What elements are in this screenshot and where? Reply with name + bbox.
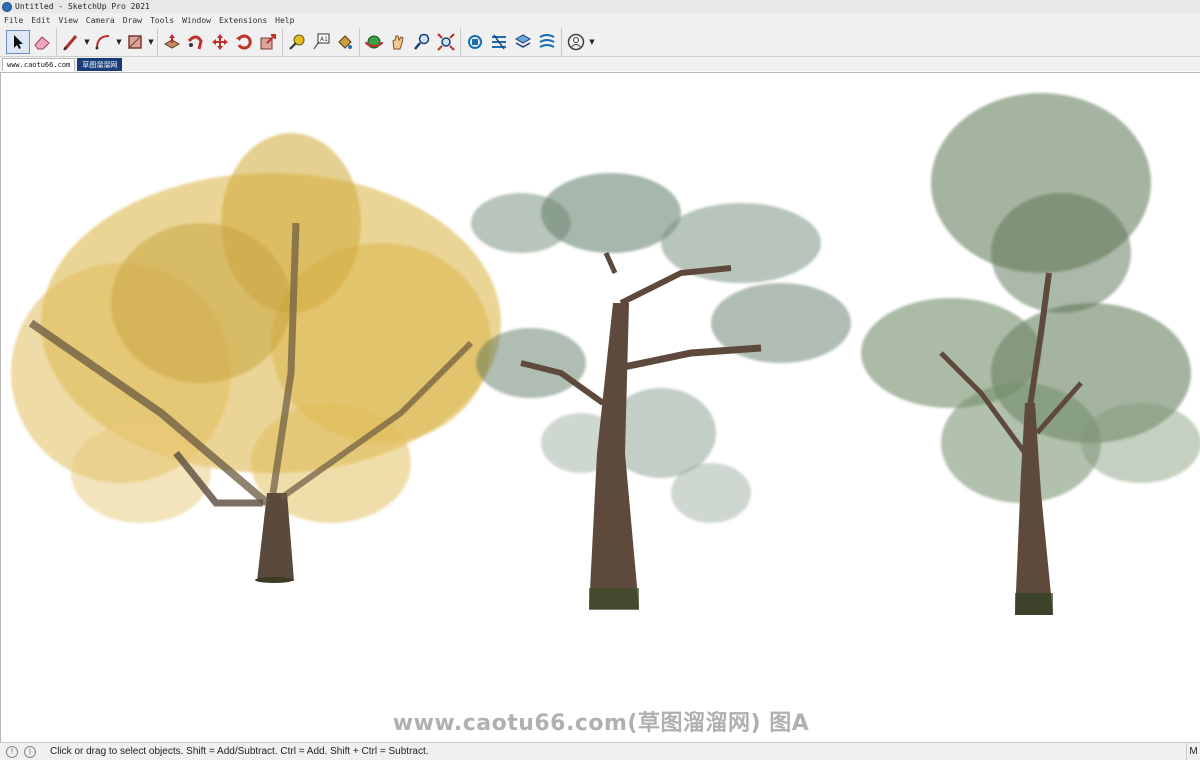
menu-extensions[interactable]: Extensions — [215, 16, 271, 25]
move-tool-button[interactable] — [208, 30, 232, 54]
menu-tools[interactable]: Tools — [146, 16, 178, 25]
title-bar: Untitled - SketchUp Pro 2021 — [0, 0, 1200, 13]
sketchup-app-icon — [2, 1, 12, 12]
watermark-text: www.caotu66.com(草图溜溜网) 图A — [392, 711, 810, 736]
eraser-tool-button[interactable] — [30, 30, 54, 54]
arc-dropdown[interactable]: ▼ — [115, 30, 123, 54]
warehouse-icon — [468, 34, 482, 49]
menu-camera[interactable]: Camera — [82, 16, 119, 25]
geo-location-icon[interactable]: ! — [6, 745, 18, 758]
main-toolbar: ▼ ▼ ▼ A1 ▼ — [0, 27, 1200, 57]
window-title: Untitled - SketchUp Pro 2021 — [15, 2, 150, 11]
zoom-tool-button[interactable] — [410, 30, 434, 54]
move-icon — [212, 33, 228, 50]
toolbar-group-select — [4, 27, 57, 56]
eraser-icon — [34, 35, 50, 49]
select-icon — [14, 34, 23, 49]
ginkgo-tree[interactable] — [11, 133, 501, 583]
text-tool-button[interactable]: A1 — [309, 30, 333, 54]
menu-window[interactable]: Window — [178, 16, 215, 25]
text-icon: A1 — [313, 33, 330, 49]
broadleaf-tree[interactable] — [861, 93, 1200, 615]
zoom-extents-icon — [437, 32, 455, 51]
toolbar-group-camera — [360, 27, 461, 56]
warehouse-tool-button[interactable] — [463, 30, 487, 54]
follow-me-icon — [187, 35, 203, 49]
scene-tabs: www.caotu66.com 草图溜溜网 — [0, 57, 1200, 71]
menu-file[interactable]: File — [0, 16, 27, 25]
tab-caotu66[interactable]: www.caotu66.com — [2, 58, 76, 71]
menu-view[interactable]: View — [55, 16, 82, 25]
scale-icon — [260, 33, 276, 49]
menu-bar: File Edit View Camera Draw Tools Window … — [0, 13, 1200, 27]
tape-measure-tool-button[interactable] — [285, 30, 309, 54]
pan-icon — [392, 35, 404, 49]
rectangle-tool-button[interactable] — [123, 30, 147, 54]
status-message: Click or drag to select objects. Shift =… — [50, 746, 429, 757]
arc-icon — [95, 34, 110, 49]
tape-measure-icon — [289, 34, 305, 50]
line-tool-button[interactable] — [59, 30, 83, 54]
tree-models — [11, 93, 1200, 615]
toolbar-group-edit — [158, 27, 283, 56]
account-icon — [567, 33, 585, 50]
line-icon — [63, 34, 78, 51]
svg-text:A1: A1 — [320, 36, 328, 43]
rectangle-icon — [128, 34, 142, 49]
pine-tree[interactable] — [471, 173, 851, 610]
push-pull-tool-button[interactable] — [160, 30, 184, 54]
zoom-icon — [414, 33, 430, 50]
toolbar-group-warehouse — [461, 27, 562, 56]
extension-warehouse-tool-button[interactable] — [487, 30, 511, 54]
layers-icon — [514, 33, 532, 48]
sandbox-tool-button[interactable] — [535, 30, 559, 54]
paint-bucket-icon — [338, 34, 352, 49]
tab-caotu-liuliu[interactable]: 草图溜溜网 — [77, 58, 123, 71]
info-icon[interactable]: i — [24, 745, 36, 758]
scale-tool-button[interactable] — [256, 30, 280, 54]
rotate-icon — [236, 34, 252, 49]
select-tool-button[interactable] — [6, 29, 30, 54]
orbit-icon — [365, 35, 383, 48]
layers-tool-button[interactable] — [511, 30, 535, 54]
menu-draw[interactable]: Draw — [119, 16, 146, 25]
pan-tool-button[interactable] — [386, 30, 410, 54]
paint-bucket-tool-button[interactable] — [333, 30, 357, 54]
sandbox-icon — [539, 33, 555, 48]
rectangle-dropdown[interactable]: ▼ — [147, 30, 155, 54]
push-pull-icon — [163, 33, 181, 49]
line-dropdown[interactable]: ▼ — [83, 30, 91, 54]
arc-tool-button[interactable] — [91, 30, 115, 54]
account-dropdown[interactable]: ▼ — [588, 30, 596, 54]
extension-warehouse-icon — [492, 34, 506, 49]
measurements-box[interactable]: M — [1186, 743, 1200, 760]
follow-me-tool-button[interactable] — [184, 30, 208, 54]
toolbar-group-account: ▼ — [562, 28, 598, 56]
rotate-tool-button[interactable] — [232, 30, 256, 54]
menu-edit[interactable]: Edit — [27, 16, 54, 25]
orbit-tool-button[interactable] — [362, 30, 386, 54]
account-button[interactable] — [564, 30, 588, 54]
status-bar: ! i Click or drag to select objects. Shi… — [0, 742, 1200, 760]
toolbar-group-construction: A1 — [283, 27, 360, 56]
zoom-extents-tool-button[interactable] — [434, 30, 458, 54]
menu-help[interactable]: Help — [271, 16, 298, 25]
model-viewport[interactable]: www.caotu66.com(草图溜溜网) 图A — [0, 72, 1200, 742]
toolbar-group-draw: ▼ ▼ ▼ — [57, 27, 158, 56]
